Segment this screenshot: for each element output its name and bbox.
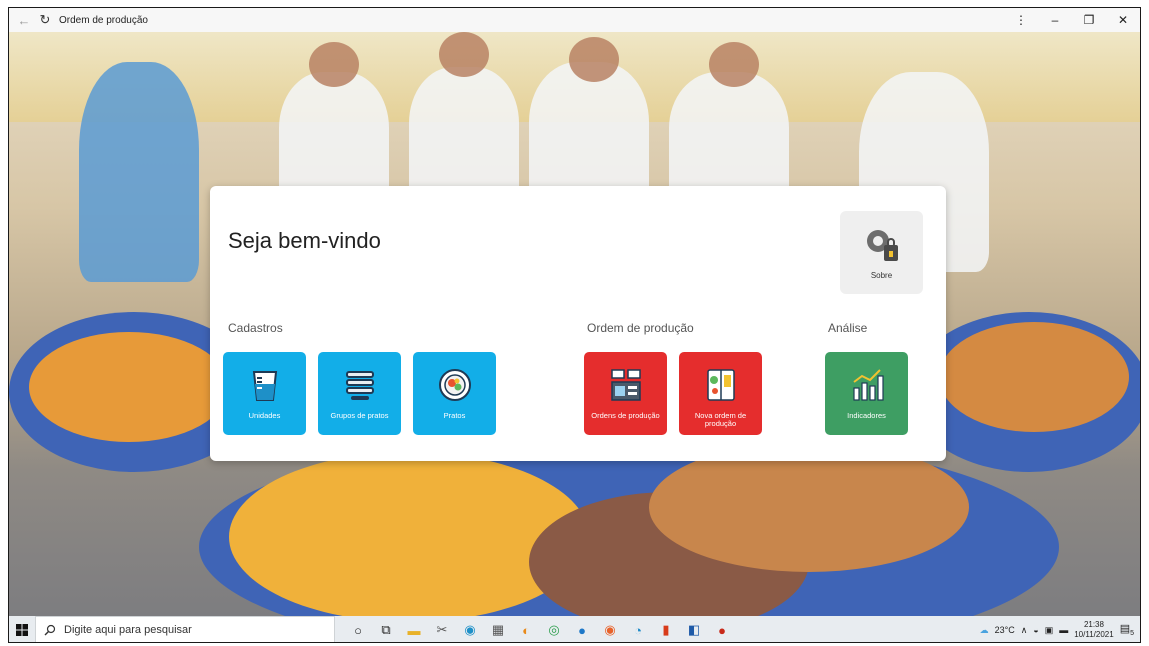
windows-icon: [16, 624, 28, 636]
menu-icon[interactable]: ⋮: [1004, 8, 1038, 32]
kitchen-icon: [605, 364, 647, 406]
task-view-icon[interactable]: ⧉: [375, 619, 397, 641]
file-explorer-icon[interactable]: ▬: [403, 619, 425, 641]
back-icon[interactable]: ←: [13, 13, 35, 28]
tile-grupos-de-pratos[interactable]: Grupos de pratos: [318, 352, 401, 435]
background-food: [29, 332, 229, 442]
background-food: [229, 452, 589, 616]
tile-indicadores-label: Indicadores: [847, 411, 886, 420]
app-s-icon[interactable]: ●: [571, 619, 593, 641]
chrome-icon[interactable]: ◎: [543, 619, 565, 641]
about-icon: [866, 230, 898, 261]
dish-icon: [434, 364, 476, 406]
notification-count: 5: [1130, 630, 1134, 638]
tile-pratos[interactable]: Pratos: [413, 352, 496, 435]
start-button[interactable]: [9, 624, 35, 636]
refresh-icon[interactable]: ↻: [35, 12, 55, 28]
section-ordem-producao: Ordem de produção: [587, 321, 694, 335]
clock-date: 10/11/2021: [1074, 630, 1114, 639]
background-food: [649, 442, 969, 572]
welcome-heading: Seja bem-vindo: [228, 228, 381, 253]
restore-button[interactable]: ❐: [1072, 8, 1106, 32]
calculator-icon[interactable]: ▦: [487, 619, 509, 641]
window-title: Ordem de produção: [59, 14, 148, 26]
tomato-app-icon[interactable]: ●: [711, 619, 733, 641]
cortana-icon[interactable]: ○: [347, 619, 369, 641]
battery-icon[interactable]: ▬: [1059, 625, 1068, 635]
background-head: [309, 42, 359, 87]
background-head: [439, 32, 489, 77]
firefox-icon[interactable]: ◉: [599, 619, 621, 641]
app-window: ← ↻ Ordem de produção ⋮ – ❐ ✕ Seja bem-v…: [8, 7, 1141, 643]
tile-nova-label: Nova ordem de produção: [694, 411, 747, 428]
sobre-label: Sobre: [870, 271, 893, 280]
taskbar: Digite aqui para pesquisar ○ ⧉ ▬ ✂ ◉ ▦ ◐…: [9, 616, 1140, 642]
snipping-tool-icon[interactable]: ✂: [431, 619, 453, 641]
tile-nova-ordem-de-producao[interactable]: Nova ordem de produção: [679, 352, 762, 435]
office-icon[interactable]: ▮: [655, 619, 677, 641]
tray-chevron-icon[interactable]: ∧: [1021, 625, 1028, 636]
section-cadastros: Cadastros: [228, 321, 283, 335]
tray-app-icon[interactable]: ▣: [1045, 625, 1054, 636]
tile-unidades-label: Unidades: [248, 411, 281, 420]
tile-pratos-label: Pratos: [443, 411, 466, 420]
window-controls: ⋮ – ❐ ✕: [1004, 8, 1140, 32]
main-card: Seja bem-vindo Sobre Cadastros Ordem de …: [210, 186, 946, 461]
edge-icon[interactable]: ◔: [627, 619, 649, 641]
notification-icon[interactable]: ▤5: [1120, 622, 1134, 637]
clock-time: 21:38: [1083, 620, 1104, 629]
sobre-button[interactable]: Sobre: [840, 211, 923, 294]
tile-grupos-label: Grupos de pratos: [330, 411, 389, 420]
tile-ordens-label: Ordens de produção: [591, 411, 660, 420]
section-analise: Análise: [828, 321, 868, 335]
background-person: [79, 62, 199, 282]
search-icon: [44, 624, 56, 636]
close-button[interactable]: ✕: [1106, 8, 1140, 32]
plate-stack-icon: [339, 364, 381, 406]
network-icon[interactable]: ◒: [1033, 625, 1038, 635]
background-food: [939, 322, 1129, 432]
app-q-icon[interactable]: ◉: [459, 619, 481, 641]
tile-indicadores[interactable]: Indicadores: [825, 352, 908, 435]
tile-unidades[interactable]: Unidades: [223, 352, 306, 435]
bar-chart-icon: [846, 364, 888, 406]
measuring-cup-icon: [244, 364, 286, 406]
temperature[interactable]: 23°C: [995, 625, 1015, 635]
search-placeholder: Digite aqui para pesquisar: [64, 624, 192, 636]
app-orange-icon[interactable]: ◐: [515, 619, 537, 641]
minimize-button[interactable]: –: [1038, 8, 1072, 32]
tile-ordens-de-producao[interactable]: Ordens de produção: [584, 352, 667, 435]
taskbar-search[interactable]: Digite aqui para pesquisar: [35, 616, 335, 642]
background-head: [709, 42, 759, 87]
title-bar: ← ↻ Ordem de produção ⋮ – ❐ ✕: [9, 8, 1140, 32]
system-tray: ☁ 23°C ∧ ◒ ▣ ▬ 21:38 10/11/2021 ▤5: [980, 620, 1140, 640]
clock[interactable]: 21:38 10/11/2021: [1074, 620, 1113, 640]
background-head: [569, 37, 619, 82]
taskbar-apps: ○ ⧉ ▬ ✂ ◉ ▦ ◐ ◎ ● ◉ ◔ ▮ ◧ ●: [347, 619, 733, 641]
fridge-groceries-icon: [700, 364, 742, 406]
weather-icon[interactable]: ☁: [980, 625, 989, 636]
outlook-icon[interactable]: ◧: [683, 619, 705, 641]
